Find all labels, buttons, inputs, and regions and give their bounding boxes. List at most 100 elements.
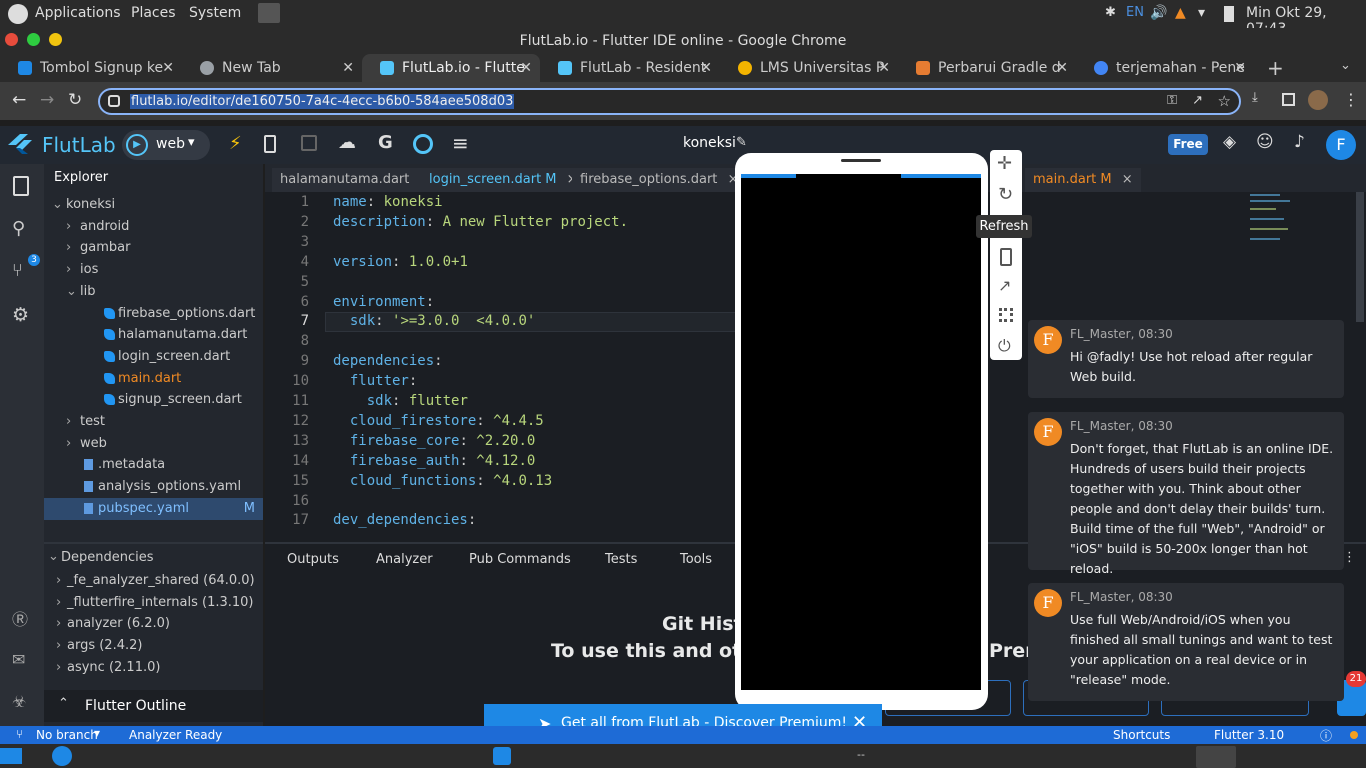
browser-tab[interactable]: FlutLab - Resident ✕ [540, 54, 720, 82]
dependency-item[interactable]: › args (2.4.2) [44, 635, 263, 657]
hamburger-menu-icon[interactable]: ≡ [452, 131, 469, 155]
maximize-window-button[interactable] [27, 33, 40, 46]
minimap[interactable] [1245, 192, 1355, 262]
registry-icon[interactable]: Ⓡ [12, 606, 28, 630]
cloud-upload-icon[interactable]: ☁ [338, 132, 356, 153]
dependency-item[interactable]: › analyzer (6.2.0) [44, 613, 263, 635]
device-icon[interactable] [264, 135, 276, 153]
editor-scrollbar[interactable] [1356, 192, 1364, 322]
file-tree-item[interactable]: signup_screen.dart [44, 389, 263, 411]
file-tree-item[interactable]: login_screen.dart [44, 346, 263, 368]
share-icon[interactable]: ↗ [1192, 93, 1203, 108]
tab-close-icon[interactable]: ✕ [700, 54, 712, 82]
branch-icon[interactable]: ⑂ [16, 727, 23, 741]
tab-close-icon[interactable]: ✕ [1234, 54, 1246, 82]
power-icon[interactable] [52, 746, 72, 766]
edit-pencil-icon[interactable]: ✎ [736, 135, 747, 150]
battery-icon[interactable] [1224, 6, 1234, 22]
browser-tab[interactable]: LMS Universitas P ✕ [720, 54, 898, 82]
file-tree-item[interactable]: ⌄ lib [44, 281, 263, 303]
browser-tab[interactable]: terjemahan - Pene ✕ [1076, 54, 1254, 82]
tab-close-icon[interactable]: ✕ [878, 54, 890, 82]
refresh-icon[interactable]: ↻ [998, 184, 1013, 205]
chat-icon[interactable]: ✉ [12, 650, 25, 669]
tab-analyzer[interactable]: Analyzer [376, 552, 433, 567]
browser-menu-icon[interactable]: ⋮ [1343, 90, 1359, 109]
browser-tab-active[interactable]: FlutLab.io - Flutte ✕ [362, 54, 540, 82]
cloud-app-icon[interactable] [493, 747, 511, 765]
firebase-icon[interactable] [413, 134, 433, 154]
url-text[interactable]: flutlab.io/editor/de160750-7a4c-4ecc-b6b… [130, 94, 515, 109]
settings-gear-icon[interactable]: ⚙ [12, 304, 29, 326]
chat-unread-badge[interactable]: 21 [1346, 671, 1366, 687]
qr-code-icon[interactable] [999, 308, 1013, 322]
terminal-launcher-icon[interactable] [258, 3, 280, 23]
file-tree-item[interactable]: firebase_options.dart [44, 303, 263, 325]
bookmark-star-icon[interactable]: ☆ [1218, 92, 1231, 110]
applications-menu[interactable]: Applications [35, 5, 121, 21]
file-tree-item[interactable]: › ios [44, 259, 263, 281]
key-icon[interactable]: ⚿ [1167, 93, 1177, 108]
download-icon[interactable]: ⤓ [1252, 90, 1258, 105]
profile-avatar[interactable] [1308, 90, 1328, 110]
move-icon[interactable]: ✛ [997, 153, 1012, 174]
keyboard-layout[interactable]: EN [1126, 5, 1144, 20]
branch-label[interactable]: No branch [36, 728, 98, 742]
file-tree-item[interactable]: analysis_options.yaml [44, 476, 263, 498]
dependencies-header[interactable]: Dependencies [61, 550, 154, 565]
add-user-icon[interactable]: ☺ [1256, 132, 1274, 152]
browser-tab[interactable]: Tombol Signup ke ✕ [0, 54, 182, 82]
address-bar[interactable]: flutlab.io/editor/de160750-7a4c-4ecc-b6b… [98, 88, 1241, 115]
layers-icon[interactable]: ◈ [1223, 132, 1236, 152]
places-menu[interactable]: Places [131, 5, 176, 21]
flutter-outline-bar[interactable]: ⌃ Flutter Outline [44, 690, 263, 722]
git-g-icon[interactable]: G [378, 132, 393, 153]
bug-icon[interactable]: ☣ [12, 692, 26, 711]
tab-tests[interactable]: Tests [605, 552, 637, 567]
editor-tab[interactable]: main.dart M × [1025, 168, 1141, 192]
dependency-item[interactable]: › _fe_analyzer_shared (64.0.0) [44, 570, 263, 592]
dependency-item[interactable]: › async (2.11.0) [44, 657, 263, 679]
tab-outputs[interactable]: Outputs [287, 552, 339, 567]
emulator-screen[interactable] [741, 174, 981, 690]
bluetooth-icon[interactable]: ✱ [1105, 5, 1116, 20]
site-info-icon[interactable] [108, 95, 120, 107]
files-icon[interactable] [13, 176, 29, 196]
vlc-icon[interactable]: ▲ [1175, 5, 1186, 21]
tab-tools[interactable]: Tools [680, 552, 712, 567]
file-tree-item[interactable]: › test [44, 411, 263, 433]
chevron-down-icon[interactable]: ▾ [94, 726, 100, 740]
help-icon[interactable]: ⓘ [1320, 727, 1332, 744]
file-tree-item[interactable]: .metadata [44, 454, 263, 476]
minimize-window-button[interactable] [49, 33, 62, 46]
system-menu[interactable]: System [189, 5, 241, 21]
forward-icon[interactable]: → [40, 90, 54, 110]
bell-icon[interactable]: ♪ [1294, 132, 1305, 152]
hot-reload-icon[interactable]: ⚡ [229, 133, 242, 154]
show-desktop-icon[interactable] [0, 748, 22, 764]
reload-icon[interactable]: ↻ [68, 90, 82, 110]
open-external-icon[interactable]: ↗ [998, 276, 1011, 295]
tab-close-icon[interactable]: ✕ [520, 54, 532, 82]
close-window-button[interactable] [5, 33, 18, 46]
dependencies-chevron-icon[interactable]: ⌄ [48, 549, 59, 564]
browser-tab[interactable]: New Tab ✕ [182, 54, 362, 82]
file-tree-item[interactable]: main.dart [44, 368, 263, 390]
chrome-icon[interactable] [1196, 746, 1236, 768]
browser-tab[interactable]: Perbarui Gradle d ✕ [898, 54, 1076, 82]
file-tree-item[interactable]: › web [44, 433, 263, 455]
editor-tab[interactable]: login_screen.dart M × [421, 168, 586, 192]
distro-icon[interactable] [8, 4, 28, 24]
tab-pub-commands[interactable]: Pub Commands [469, 552, 571, 567]
power-icon[interactable]: ⏻ [998, 336, 1011, 356]
dependency-item[interactable]: › _flutterfire_internals (1.3.10) [44, 592, 263, 614]
volume-icon[interactable]: 🔊 [1150, 5, 1167, 21]
file-tree-item[interactable]: pubspec.yaml M [44, 497, 263, 520]
rotate-device-icon[interactable] [1000, 248, 1012, 266]
tab-search-icon[interactable]: ⌄ [1340, 58, 1351, 73]
tab-close-icon[interactable]: × [1122, 172, 1133, 187]
tab-close-icon[interactable]: ✕ [162, 54, 174, 82]
back-icon[interactable]: ← [12, 90, 26, 110]
wifi-icon[interactable]: ▾ [1198, 5, 1205, 21]
panel-more-icon[interactable]: ⋮ [1343, 550, 1356, 565]
